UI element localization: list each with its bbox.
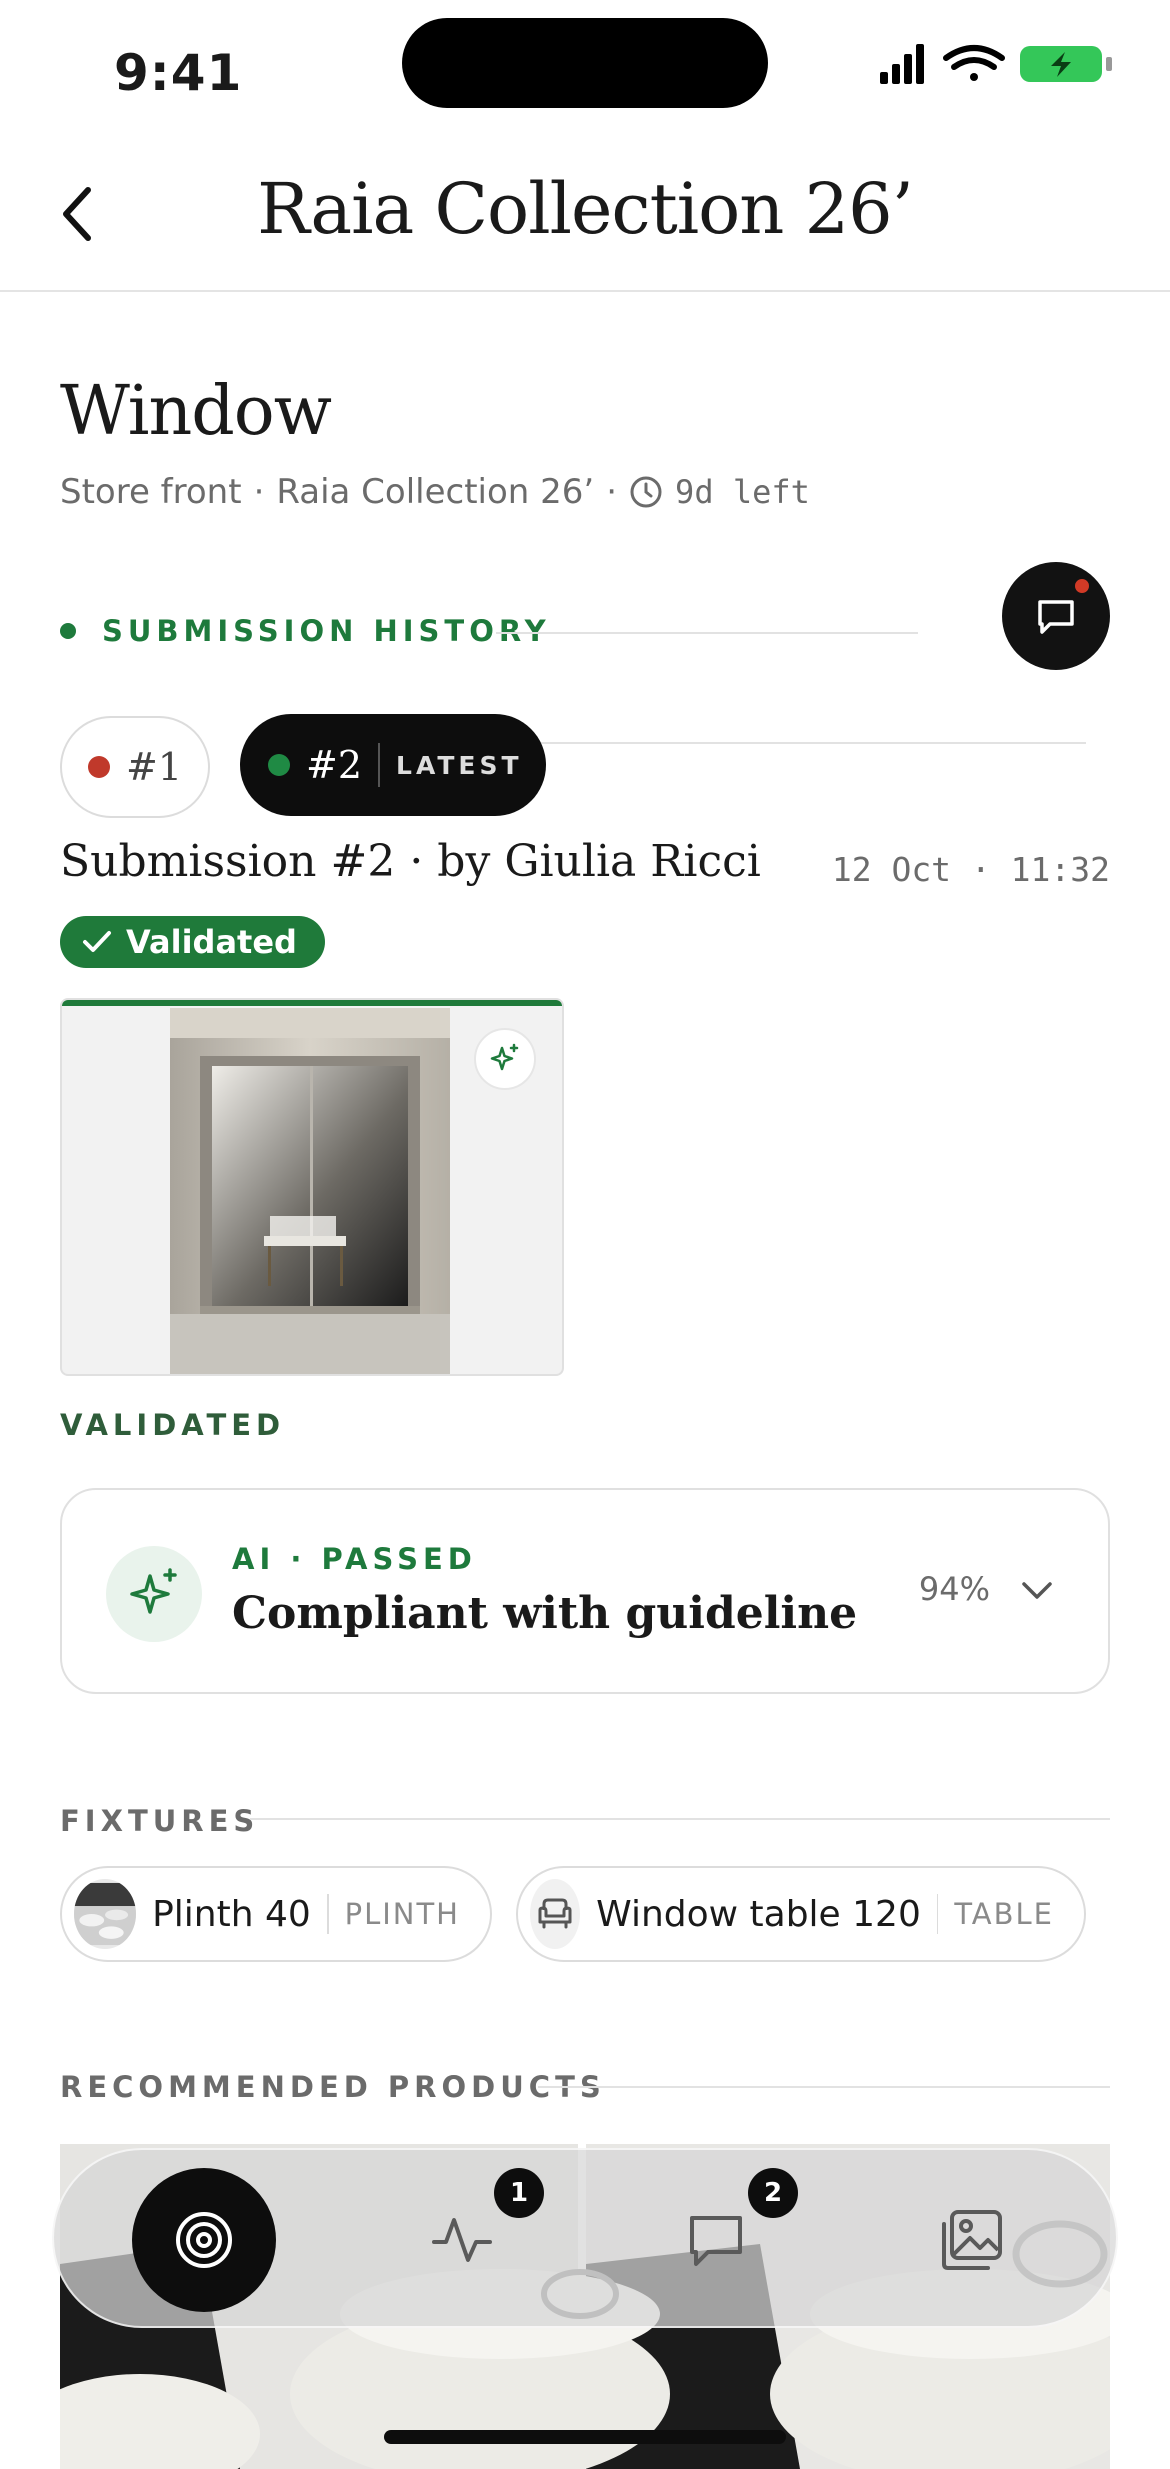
status-icons	[880, 44, 1112, 84]
meta-separator: ·	[253, 472, 265, 512]
fixture-thumbnail	[74, 1879, 137, 1949]
signal-icon	[880, 44, 924, 84]
status-dot-red	[87, 756, 110, 778]
check-icon	[83, 931, 111, 952]
submission-pill-label: #1	[125, 745, 183, 789]
notification-dot	[1072, 576, 1092, 596]
section-heading: Window	[60, 372, 332, 451]
notification-badge: 1	[494, 2168, 544, 2218]
submission-pill-label: #2	[306, 743, 363, 787]
chat-button[interactable]	[1002, 562, 1110, 670]
submission-pill-2[interactable]: #2 LATEST	[240, 714, 546, 816]
meta-separator: ·	[606, 472, 618, 512]
page-title: Raia Collection 26’	[257, 168, 914, 250]
chat-icon	[690, 2216, 742, 2266]
storefront-photo	[170, 1008, 450, 1374]
recommended-products-label: RECOMMENDED PRODUCTS	[60, 2070, 606, 2104]
ai-result-card[interactable]: AI · PASSED Compliant with guideline 94%	[60, 1488, 1110, 1694]
ai-result-title: Compliant with guideline	[232, 1588, 858, 1639]
status-time: 9:41	[114, 44, 243, 102]
submission-image[interactable]	[60, 998, 564, 1376]
fixture-type: TABLE	[954, 1897, 1054, 1931]
timeline-line	[520, 742, 1086, 744]
activity-icon	[432, 2218, 492, 2262]
bottom-nav: 1 2	[52, 2148, 1118, 2328]
sparkle-icon	[130, 1568, 177, 1614]
chip-separator	[326, 1894, 329, 1934]
plinth-thumbnail	[74, 1882, 137, 1946]
divider	[538, 2086, 1110, 2088]
latest-tag: LATEST	[396, 750, 523, 780]
submission-date: 12 Oct · 11:32	[831, 850, 1110, 889]
nav-activity-button[interactable]: 1	[390, 2168, 544, 2312]
sparkle-icon	[490, 1043, 519, 1071]
validated-badge: Validated	[60, 916, 325, 968]
notification-badge: 2	[748, 2168, 798, 2218]
wifi-icon	[943, 45, 1005, 81]
fixture-thumbnail	[530, 1879, 581, 1949]
divider	[496, 632, 918, 634]
submission-title: Submission #2 · by Giulia Ricci	[60, 836, 761, 887]
nav-gallery-button[interactable]	[900, 2168, 1044, 2312]
validated-badge-label: Validated	[126, 923, 297, 961]
submission-history-header: SUBMISSION HISTORY	[60, 614, 551, 648]
status-dot-green	[268, 754, 290, 776]
fixture-chip-plinth[interactable]: Plinth 40 PLINTH	[60, 1866, 492, 1962]
target-icon	[176, 2212, 232, 2268]
fixture-chip-table[interactable]: Window table 120 TABLE	[516, 1866, 1086, 1962]
chip-separator	[936, 1894, 939, 1934]
submission-pill-1[interactable]: #1	[60, 716, 210, 818]
ai-icon-wrap	[106, 1546, 202, 1642]
battery-icon	[1020, 46, 1112, 82]
chat-icon	[1038, 600, 1074, 634]
meta-line: Store front · Raia Collection 26’ · 9d l…	[60, 472, 810, 512]
home-indicator	[384, 2430, 786, 2444]
submission-history-label: SUBMISSION HISTORY	[102, 614, 551, 648]
validated-caption: VALIDATED	[60, 1408, 286, 1442]
pill-separator	[378, 743, 381, 787]
chevron-down-icon[interactable]	[1020, 1578, 1054, 1602]
ai-analyze-button[interactable]	[474, 1028, 536, 1090]
meta-location: Store front	[60, 472, 242, 512]
meta-collection: Raia Collection 26’	[276, 472, 595, 512]
meta-deadline: 9d left	[675, 473, 810, 511]
ai-status-label: AI · PASSED	[232, 1542, 477, 1576]
header-divider	[0, 290, 1170, 292]
fixture-type: PLINTH	[344, 1897, 460, 1931]
armchair-icon	[538, 1898, 572, 1929]
ai-confidence: 94%	[918, 1570, 990, 1608]
divider	[250, 1818, 1110, 1820]
fixture-name: Plinth 40	[152, 1893, 311, 1935]
fixtures-label: FIXTURES	[60, 1804, 260, 1838]
fixture-name: Window table 120	[596, 1893, 921, 1935]
gallery-icon	[942, 2210, 1002, 2270]
dynamic-island	[402, 18, 768, 108]
section-dot	[60, 623, 76, 639]
status-accent-line	[62, 1000, 562, 1006]
clock-icon	[630, 476, 662, 508]
nav-target-button[interactable]	[132, 2168, 276, 2312]
nav-messages-button[interactable]: 2	[644, 2168, 798, 2312]
